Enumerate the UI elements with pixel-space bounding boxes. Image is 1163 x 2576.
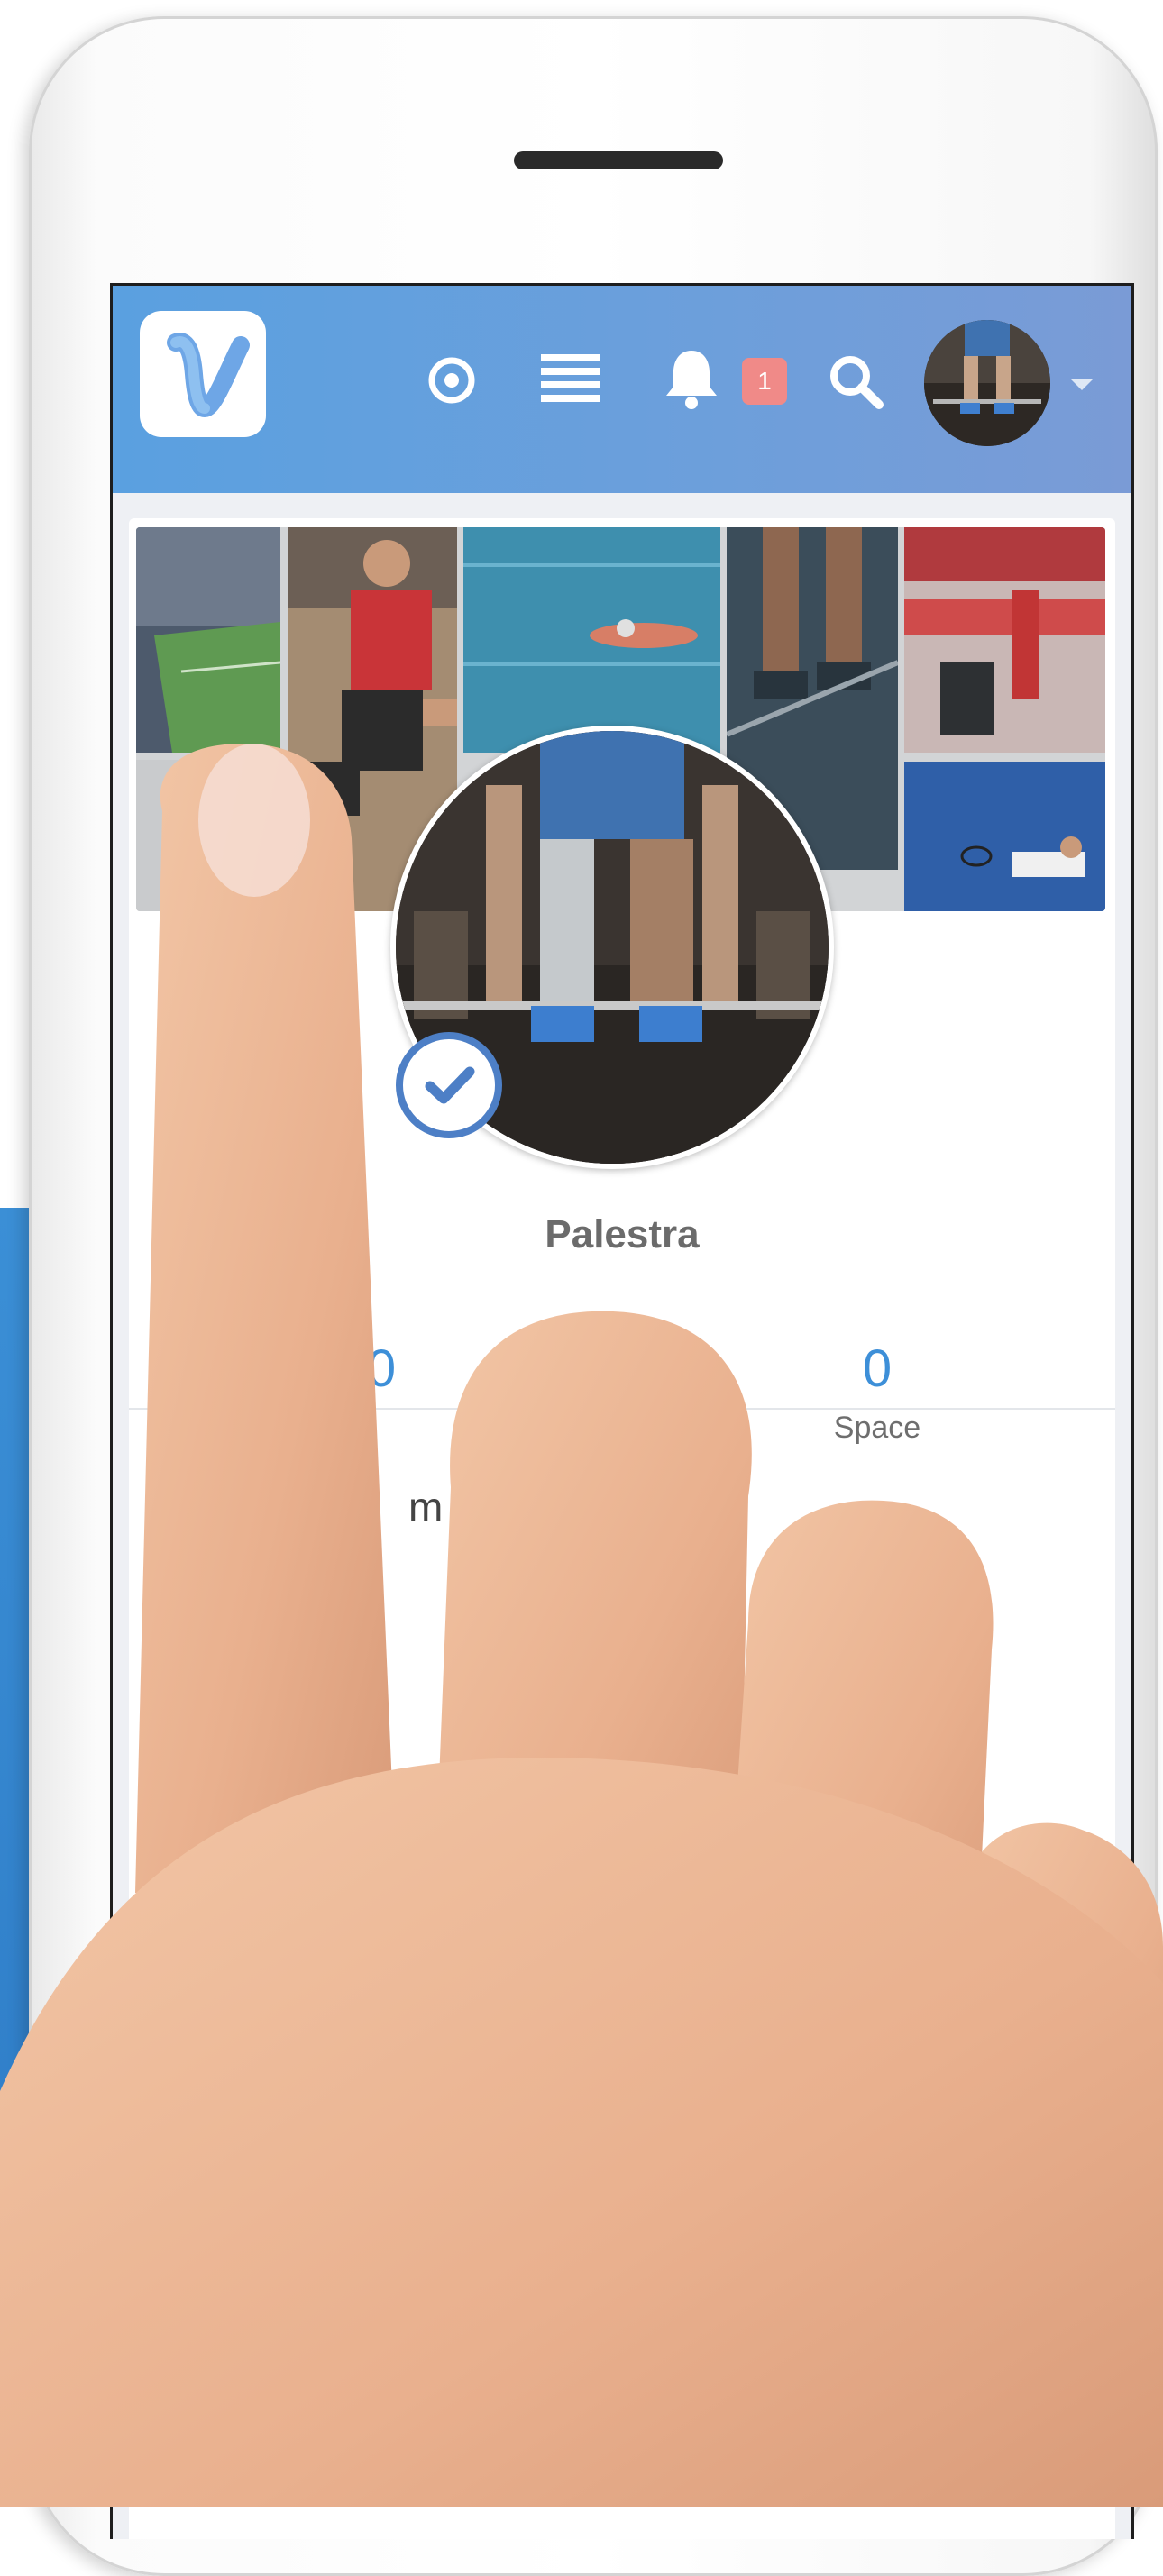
profile-card: Palestra 0 Mi 0 Space m (129, 518, 1115, 2539)
notification-badge[interactable]: 1 (742, 358, 787, 405)
stat-label-mi: Mi (338, 1411, 371, 1445)
top-navbar: 1 (113, 286, 1131, 493)
cover-tile-blank (136, 760, 280, 911)
phone-device: 1 Palestra 0 Mi 0 Space m (29, 16, 1158, 2576)
stat-label-space: Space (833, 1411, 921, 1445)
cover-tile-stadium (136, 527, 280, 753)
chevron-down-icon[interactable] (1071, 379, 1093, 390)
bell-icon[interactable] (663, 347, 720, 415)
cover-tile-tennis (904, 762, 1105, 911)
user-avatar[interactable] (924, 320, 1050, 446)
v-logo-icon (167, 333, 250, 418)
target-icon[interactable] (426, 355, 477, 410)
menu-icon[interactable] (541, 354, 600, 407)
app-logo[interactable] (140, 311, 266, 437)
stat-value-mi[interactable]: 0 (336, 1338, 426, 1399)
verified-badge-icon (396, 1032, 502, 1138)
profile-name: Palestra (545, 1212, 700, 1256)
search-icon[interactable] (827, 352, 884, 415)
cover-tile-volleyball (904, 527, 1105, 753)
phone-screen: 1 Palestra 0 Mi 0 Space m (110, 283, 1134, 2539)
cover-tile-swimming (463, 527, 720, 753)
section-divider (129, 1408, 1115, 1410)
section-heading-partial: m (408, 1484, 444, 1530)
stat-value-space[interactable]: 0 (814, 1338, 940, 1399)
phone-speaker (514, 151, 723, 169)
